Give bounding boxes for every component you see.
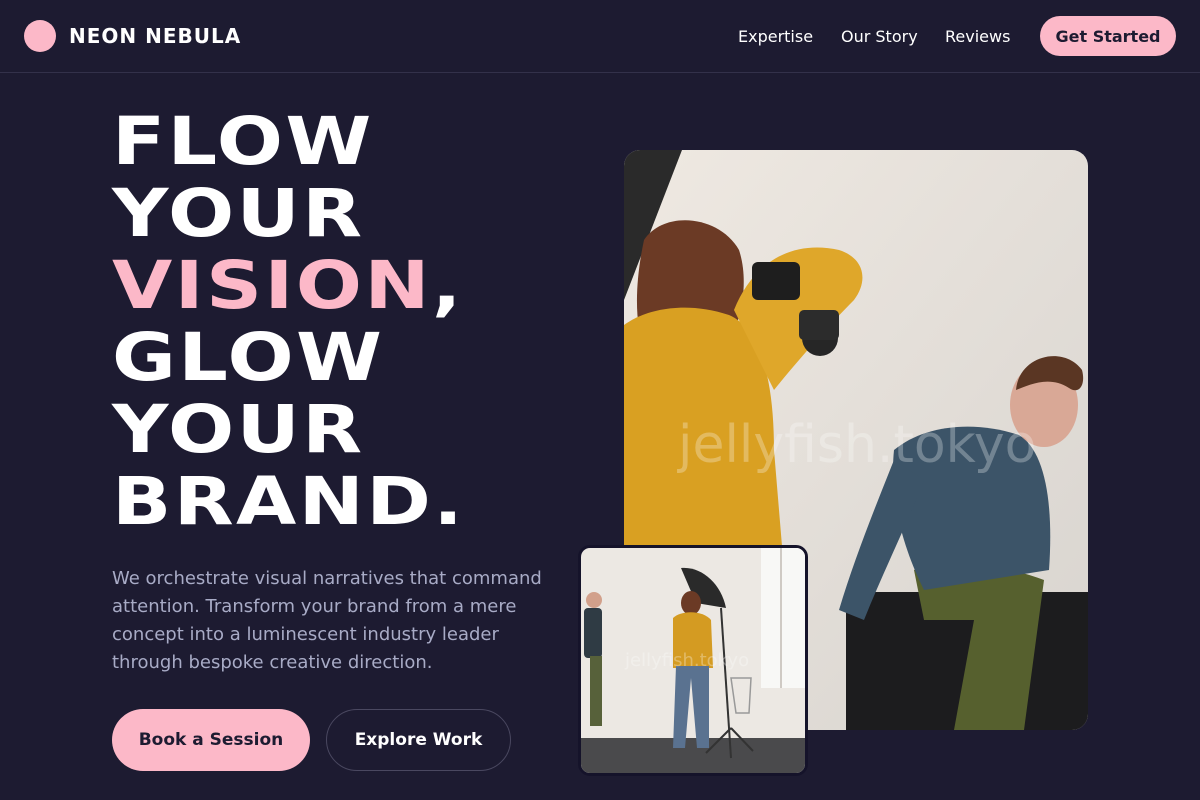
nav-link-expertise[interactable]: Expertise — [738, 27, 813, 46]
brand-logo[interactable]: NEON NEBULA — [24, 20, 241, 52]
headline-accent-word: VISION — [112, 247, 432, 324]
headline-line-5: YOUR — [112, 391, 365, 468]
book-session-button[interactable]: Book a Session — [112, 709, 310, 771]
headline-line-2: YOUR — [112, 175, 365, 252]
get-started-button[interactable]: Get Started — [1040, 16, 1176, 56]
explore-work-button[interactable]: Explore Work — [326, 709, 511, 771]
headline-line-3: VISION, — [112, 250, 465, 322]
nav-link-reviews[interactable]: Reviews — [945, 27, 1010, 46]
headline-line-1: FLOW — [112, 103, 374, 180]
headline-comma: , — [431, 247, 464, 324]
svg-text:jellyfish.tokyo: jellyfish.tokyo — [624, 650, 749, 671]
hero-description: We orchestrate visual narratives that co… — [112, 568, 542, 673]
headline-line-4: GLOW — [112, 319, 385, 396]
hero-headline: FLOW YOUR VISION, GLOW YOUR BRAND. — [112, 106, 465, 538]
brand-name: NEON NEBULA — [69, 24, 242, 48]
site-header: NEON NEBULA Expertise Our Story Reviews … — [0, 0, 1200, 73]
headline-line-6: BRAND. — [112, 463, 466, 540]
svg-text:jellyfish.tokyo: jellyfish.tokyo — [677, 415, 1037, 475]
nav-link-our-story[interactable]: Our Story — [841, 27, 918, 46]
logo-mark-icon — [24, 20, 56, 52]
hero-photo-secondary: jellyfish.tokyo — [578, 545, 808, 776]
